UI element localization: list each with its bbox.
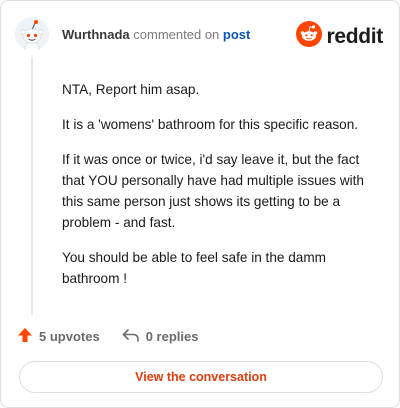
- post-link[interactable]: post: [223, 27, 250, 42]
- upvote-arrow-icon: [17, 327, 33, 346]
- upvote-button[interactable]: 5 upvotes: [17, 327, 100, 346]
- comment-body: NTA, Report him asap. It is a 'womens' b…: [62, 79, 382, 303]
- reply-button[interactable]: 0 replies: [122, 327, 199, 346]
- upvote-count: 5 upvotes: [39, 329, 100, 344]
- comment-paragraph: You should be able to feel safe in the d…: [62, 250, 327, 286]
- action-text: commented on: [133, 27, 220, 42]
- comment-paragraph: NTA, Report him asap.: [62, 82, 200, 97]
- reddit-wordmark: reddit: [326, 24, 383, 48]
- snoo-avatar-icon[interactable]: [15, 17, 49, 51]
- comment-header: Wurthnada commented on post: [62, 27, 250, 42]
- comment-paragraph: If it was once or twice, i'd say leave i…: [62, 152, 364, 230]
- author-name[interactable]: Wurthnada: [62, 27, 130, 42]
- thread-line: [31, 57, 33, 315]
- reddit-logo-icon: [296, 21, 323, 52]
- reddit-brand[interactable]: reddit: [296, 21, 383, 52]
- comment-paragraph: It is a 'womens' bathroom for this speci…: [62, 117, 359, 132]
- view-conversation-button[interactable]: View the conversation: [19, 361, 383, 393]
- comment-actions: 5 upvotes 0 replies: [17, 327, 198, 346]
- comment-embed-card: Wurthnada commented on post reddit NTA, …: [0, 0, 400, 408]
- reply-count: 0 replies: [145, 329, 199, 344]
- reply-arrow-icon: [122, 327, 140, 346]
